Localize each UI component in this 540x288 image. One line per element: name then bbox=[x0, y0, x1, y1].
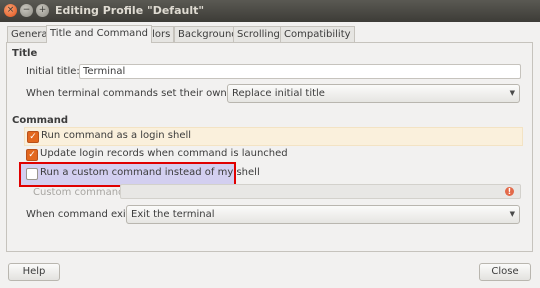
custom-command-checkbox[interactable] bbox=[26, 168, 38, 180]
command-exits-value: Exit the terminal bbox=[131, 209, 215, 220]
update-records-label: Update login records when command is lau… bbox=[40, 148, 288, 159]
initial-title-input[interactable]: Terminal bbox=[79, 64, 521, 79]
minimize-window-icon[interactable]: − bbox=[20, 4, 33, 17]
close-window-icon[interactable]: × bbox=[4, 4, 17, 17]
own-titles-dropdown[interactable]: Replace initial title ▼ bbox=[227, 84, 520, 103]
command-exits-dropdown[interactable]: Exit the terminal ▼ bbox=[126, 205, 520, 224]
custom-command-toggle-row[interactable]: Run a custom command instead of my shell bbox=[24, 165, 260, 182]
login-shell-checkbox[interactable]: ✓ bbox=[27, 131, 39, 143]
maximize-window-icon[interactable]: + bbox=[36, 4, 49, 17]
tab-compatibility[interactable]: Compatibility bbox=[280, 26, 355, 42]
title-section-heading: Title bbox=[12, 48, 38, 59]
tab-title-and-command[interactable]: Title and Command bbox=[46, 25, 152, 43]
command-section-heading: Command bbox=[12, 115, 69, 126]
initial-title-label: Initial title: bbox=[26, 66, 80, 77]
custom-command-input[interactable] bbox=[120, 184, 521, 199]
profile-editor-window: × − + Editing Profile "Default" General … bbox=[0, 0, 540, 288]
error-icon: ! bbox=[505, 187, 514, 196]
own-titles-label: When terminal commands set their own tit… bbox=[26, 88, 259, 99]
tab-scrolling[interactable]: Scrolling bbox=[233, 26, 284, 42]
titlebar: × − + Editing Profile "Default" bbox=[0, 0, 540, 22]
chevron-down-icon: ▼ bbox=[509, 210, 515, 218]
chevron-down-icon: ▼ bbox=[509, 89, 515, 97]
custom-command-label: Custom command: bbox=[33, 187, 128, 198]
command-exits-label: When command exits: bbox=[26, 209, 139, 220]
login-shell-label: Run command as a login shell bbox=[41, 130, 192, 141]
update-records-row[interactable]: ✓ Update login records when command is l… bbox=[24, 146, 521, 163]
update-records-checkbox[interactable]: ✓ bbox=[26, 149, 38, 161]
own-titles-value: Replace initial title bbox=[232, 88, 325, 99]
custom-command-toggle-label: Run a custom command instead of my shell bbox=[40, 167, 260, 178]
login-shell-row[interactable]: ✓ Run command as a login shell bbox=[24, 127, 523, 146]
window-title: Editing Profile "Default" bbox=[55, 4, 205, 17]
close-button[interactable]: Close bbox=[479, 263, 531, 281]
tab-background[interactable]: Background bbox=[174, 26, 242, 42]
help-button[interactable]: Help bbox=[8, 263, 60, 281]
